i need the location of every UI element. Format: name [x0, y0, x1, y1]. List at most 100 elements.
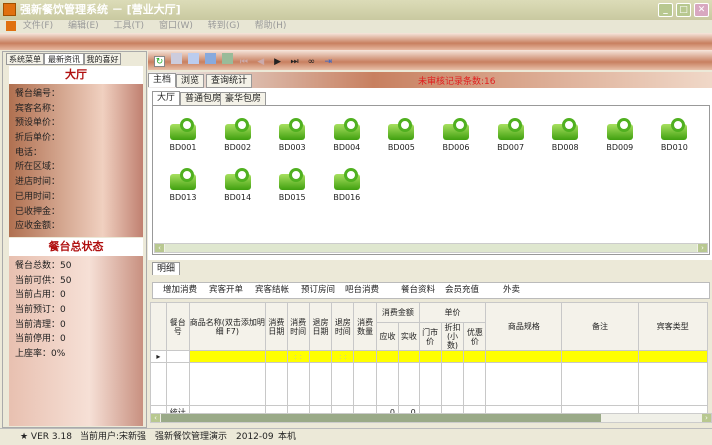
status-title: 餐台总状态 — [9, 238, 143, 256]
room-bd007[interactable]: BD007 — [491, 118, 531, 152]
room-label: BD001 — [169, 143, 197, 152]
col-out-date[interactable]: 退房日期 — [308, 302, 333, 351]
room-label: BD013 — [169, 193, 197, 202]
tab-query-stats[interactable]: 查询统计 — [206, 74, 253, 88]
scroll-right-icon[interactable]: › — [698, 244, 707, 252]
find-icon[interactable]: ∞ — [306, 57, 317, 68]
detail-toolbar: 增加消费 宾客开单 宾客结帐 预订房间 吧台消费 餐台资料 会员充值 外卖 — [152, 282, 710, 299]
list-icon[interactable] — [170, 53, 182, 64]
tab-system-menu[interactable]: 系统菜单 — [6, 53, 44, 65]
col-table-no[interactable]: 餐台号 — [165, 302, 190, 351]
room-bd010[interactable]: BD010 — [654, 118, 694, 152]
room-label: BD008 — [551, 143, 579, 152]
room-label: BD014 — [224, 193, 252, 202]
host-label: 本机 — [278, 432, 297, 442]
col-retail[interactable]: 门市价 — [418, 322, 442, 351]
room-label: BD005 — [387, 143, 415, 152]
doc-icon — [6, 21, 16, 31]
col-item-name[interactable]: 商品名称(双击添加明细 F7) — [188, 302, 266, 351]
room-bd013[interactable]: BD013 — [163, 168, 203, 202]
room-grid-scrollbar[interactable]: ‹ › — [154, 243, 708, 253]
table-icon — [333, 118, 360, 140]
menu-help[interactable]: 帮助(H) — [255, 21, 287, 31]
room-bd009[interactable]: BD009 — [600, 118, 640, 152]
room-bd003[interactable]: BD003 — [272, 118, 312, 152]
table-icon — [443, 118, 469, 140]
print-icon[interactable] — [204, 53, 216, 64]
room-bd006[interactable]: BD006 — [436, 118, 476, 152]
col-received[interactable]: 实收 — [397, 322, 420, 351]
table-icon — [497, 118, 524, 140]
room-bd015[interactable]: BD015 — [272, 168, 312, 202]
settings-icon[interactable] — [221, 53, 233, 64]
member-recharge-button[interactable]: 会员充值 — [445, 283, 479, 298]
col-cons-date[interactable]: 消费日期 — [264, 302, 288, 351]
open-bill-button[interactable]: 宾客开单 — [209, 283, 243, 298]
scrollbar-thumb[interactable] — [161, 414, 601, 422]
scroll-right-icon[interactable]: › — [702, 414, 711, 422]
stat-disabled: 当前停用：0 — [15, 334, 66, 345]
room-label: BD010 — [660, 143, 688, 152]
menu-bar: 文件(F) 编辑(E) 工具(T) 窗口(W) 转到(G) 帮助(H) — [0, 20, 712, 33]
tab-browse[interactable]: 浏览 — [176, 74, 205, 88]
col-cons-time[interactable]: 消费时间 — [286, 302, 310, 351]
menu-window[interactable]: 窗口(W) — [159, 21, 193, 31]
table-info-button[interactable]: 餐台资料 — [401, 283, 435, 298]
first-record-icon[interactable]: ⏮ — [238, 57, 249, 68]
col-receivable[interactable]: 应收 — [376, 322, 399, 351]
field-table-no: 餐台编号： — [15, 89, 61, 99]
prev-record-icon[interactable]: ◀ — [255, 57, 266, 68]
room-bd004[interactable]: BD004 — [327, 118, 367, 152]
preview-icon[interactable] — [187, 53, 199, 64]
col-special[interactable]: 优惠价 — [463, 322, 487, 351]
table-icon — [279, 118, 306, 140]
close-button[interactable]: ✕ — [694, 3, 709, 17]
takeout-button[interactable]: 外卖 — [503, 283, 520, 298]
reserve-room-button[interactable]: 预订房间 — [301, 283, 335, 298]
col-spec[interactable]: 商品规格 — [485, 302, 563, 351]
tab-deluxe-room[interactable]: 豪华包房 — [220, 92, 267, 106]
add-consumption-button[interactable]: 增加消费 — [163, 283, 197, 298]
maximize-button[interactable]: □ — [676, 3, 691, 17]
col-unit-price[interactable]: 单价 — [418, 302, 487, 323]
tab-hall[interactable]: 大厅 — [152, 91, 181, 105]
refresh-icon[interactable]: ↻ — [154, 56, 165, 67]
col-qty[interactable]: 消费数量 — [353, 302, 378, 351]
tab-master[interactable]: 主档 — [148, 73, 177, 87]
col-remark[interactable]: 备注 — [561, 302, 639, 351]
next-record-icon[interactable]: ▶ — [272, 57, 283, 68]
scroll-left-icon[interactable]: ‹ — [151, 414, 160, 422]
menu-tools[interactable]: 工具(T) — [114, 21, 145, 31]
current-user: 当前用户:宋新强 — [80, 432, 147, 442]
minimize-button[interactable]: _ — [658, 3, 673, 17]
room-bd016[interactable]: BD016 — [327, 168, 367, 202]
tab-detail[interactable]: 明细 — [152, 262, 181, 275]
exit-icon[interactable]: ⇥ — [323, 57, 334, 68]
menu-goto[interactable]: 转到(G) — [208, 21, 240, 31]
scrollbar-thumb[interactable] — [165, 244, 697, 252]
table-row[interactable]: ▸ : : : : — [150, 350, 709, 363]
room-bd001[interactable]: BD001 — [163, 118, 203, 152]
stat-occupancy: 上座率：0% — [15, 349, 66, 360]
tab-news[interactable]: 最新资讯 — [44, 53, 84, 65]
checkout-button[interactable]: 宾客结帐 — [255, 283, 289, 298]
tab-favorites[interactable]: 我的喜好 — [84, 53, 121, 65]
scroll-left-icon[interactable]: ‹ — [155, 244, 164, 252]
col-amount[interactable]: 消费金额 — [376, 302, 420, 323]
room-label: BD009 — [606, 143, 634, 152]
room-bd008[interactable]: BD008 — [545, 118, 585, 152]
col-guest-type[interactable]: 宾客类型 — [637, 302, 709, 351]
room-bd002[interactable]: BD002 — [218, 118, 258, 152]
col-discount[interactable]: 折扣(小数) — [440, 322, 465, 351]
menu-file[interactable]: 文件(F) — [23, 21, 53, 31]
room-label: BD004 — [333, 143, 361, 152]
status-panel: 餐台总数：50 当前可供：50 当前占用：0 当前预订：0 当前清理：0 当前停… — [9, 256, 143, 426]
last-record-icon[interactable]: ⏭ — [289, 57, 300, 68]
bar-consumption-button[interactable]: 吧台消费 — [345, 283, 379, 298]
menu-edit[interactable]: 编辑(E) — [68, 21, 99, 31]
room-bd005[interactable]: BD005 — [381, 118, 421, 152]
field-phone: 电话： — [15, 147, 43, 158]
table-scrollbar[interactable]: ‹ › — [150, 413, 712, 423]
col-out-time[interactable]: 退房时间 — [331, 302, 355, 351]
room-bd014[interactable]: BD014 — [218, 168, 258, 202]
